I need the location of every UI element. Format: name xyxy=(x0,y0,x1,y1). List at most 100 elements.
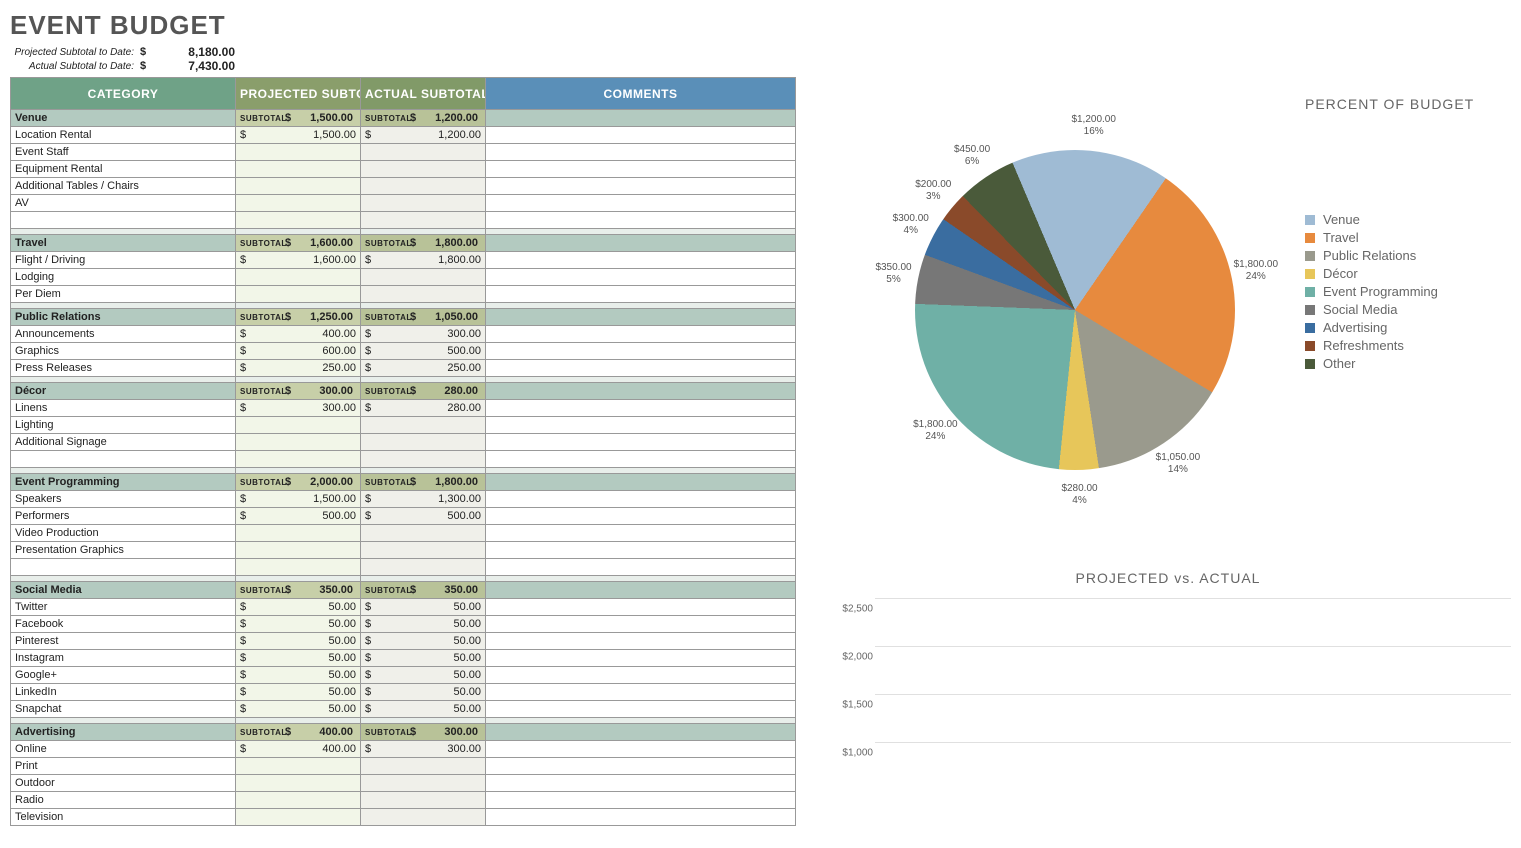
item-projected[interactable] xyxy=(236,559,361,576)
item-projected[interactable]: $600.00 xyxy=(236,343,361,360)
item-comment[interactable] xyxy=(486,127,796,144)
item-projected[interactable]: $50.00 xyxy=(236,616,361,633)
item-name[interactable]: LinkedIn xyxy=(11,684,236,701)
item-projected[interactable] xyxy=(236,451,361,468)
item-name[interactable]: Flight / Driving xyxy=(11,252,236,269)
item-projected[interactable]: $400.00 xyxy=(236,741,361,758)
item-name[interactable]: Graphics xyxy=(11,343,236,360)
item-row[interactable]: Flight / Driving$1,600.00$1,800.00 xyxy=(11,252,796,269)
item-comment[interactable] xyxy=(486,161,796,178)
item-comment[interactable] xyxy=(486,195,796,212)
item-name[interactable]: Event Staff xyxy=(11,144,236,161)
item-name[interactable]: Performers xyxy=(11,508,236,525)
item-row[interactable]: Additional Signage xyxy=(11,434,796,451)
item-projected[interactable]: $400.00 xyxy=(236,326,361,343)
item-actual[interactable]: $50.00 xyxy=(361,701,486,718)
item-row[interactable]: Linens$300.00$280.00 xyxy=(11,400,796,417)
item-projected[interactable]: $300.00 xyxy=(236,400,361,417)
item-row[interactable]: Radio xyxy=(11,792,796,809)
item-comment[interactable] xyxy=(486,252,796,269)
item-actual[interactable] xyxy=(361,434,486,451)
item-name[interactable]: Instagram xyxy=(11,650,236,667)
section-row[interactable]: Public RelationsSUBTOTAL$1,250.00SUBTOTA… xyxy=(11,309,796,326)
item-row[interactable]: Twitter$50.00$50.00 xyxy=(11,599,796,616)
item-name[interactable]: Snapchat xyxy=(11,701,236,718)
item-actual[interactable] xyxy=(361,286,486,303)
item-projected[interactable]: $500.00 xyxy=(236,508,361,525)
section-row[interactable]: Event ProgrammingSUBTOTAL$2,000.00SUBTOT… xyxy=(11,474,796,491)
item-row[interactable]: Online$400.00$300.00 xyxy=(11,741,796,758)
item-projected[interactable]: $50.00 xyxy=(236,684,361,701)
item-projected[interactable]: $1,500.00 xyxy=(236,491,361,508)
item-projected[interactable]: $1,500.00 xyxy=(236,127,361,144)
item-name[interactable] xyxy=(11,451,236,468)
item-name[interactable]: Per Diem xyxy=(11,286,236,303)
item-comment[interactable] xyxy=(486,775,796,792)
item-actual[interactable]: $300.00 xyxy=(361,741,486,758)
item-comment[interactable] xyxy=(486,633,796,650)
item-row[interactable]: Equipment Rental xyxy=(11,161,796,178)
item-comment[interactable] xyxy=(486,599,796,616)
item-name[interactable]: Additional Tables / Chairs xyxy=(11,178,236,195)
item-comment[interactable] xyxy=(486,667,796,684)
item-name[interactable]: Twitter xyxy=(11,599,236,616)
item-row[interactable]: Outdoor xyxy=(11,775,796,792)
item-actual[interactable]: $1,200.00 xyxy=(361,127,486,144)
item-name[interactable]: Location Rental xyxy=(11,127,236,144)
item-comment[interactable] xyxy=(486,758,796,775)
item-actual[interactable]: $1,800.00 xyxy=(361,252,486,269)
item-comment[interactable] xyxy=(486,360,796,377)
item-actual[interactable] xyxy=(361,212,486,229)
item-actual[interactable]: $50.00 xyxy=(361,616,486,633)
item-name[interactable]: Print xyxy=(11,758,236,775)
item-name[interactable]: Google+ xyxy=(11,667,236,684)
item-projected[interactable] xyxy=(236,417,361,434)
item-comment[interactable] xyxy=(486,559,796,576)
item-name[interactable]: Presentation Graphics xyxy=(11,542,236,559)
item-row[interactable]: Announcements$400.00$300.00 xyxy=(11,326,796,343)
item-projected[interactable] xyxy=(236,286,361,303)
item-row[interactable] xyxy=(11,559,796,576)
item-projected[interactable] xyxy=(236,144,361,161)
item-projected[interactable]: $50.00 xyxy=(236,599,361,616)
item-actual[interactable]: $50.00 xyxy=(361,684,486,701)
item-actual[interactable]: $500.00 xyxy=(361,343,486,360)
item-actual[interactable]: $250.00 xyxy=(361,360,486,377)
item-actual[interactable] xyxy=(361,758,486,775)
item-name[interactable]: Television xyxy=(11,809,236,826)
item-actual[interactable]: $280.00 xyxy=(361,400,486,417)
item-projected[interactable] xyxy=(236,195,361,212)
item-projected[interactable]: $1,600.00 xyxy=(236,252,361,269)
item-comment[interactable] xyxy=(486,701,796,718)
item-projected[interactable] xyxy=(236,542,361,559)
item-row[interactable]: Print xyxy=(11,758,796,775)
item-name[interactable]: Announcements xyxy=(11,326,236,343)
item-row[interactable]: Performers$500.00$500.00 xyxy=(11,508,796,525)
item-row[interactable]: Lodging xyxy=(11,269,796,286)
item-name[interactable]: Pinterest xyxy=(11,633,236,650)
item-projected[interactable]: $50.00 xyxy=(236,701,361,718)
item-row[interactable]: Location Rental$1,500.00$1,200.00 xyxy=(11,127,796,144)
item-comment[interactable] xyxy=(486,269,796,286)
item-projected[interactable] xyxy=(236,525,361,542)
item-comment[interactable] xyxy=(486,650,796,667)
item-comment[interactable] xyxy=(486,400,796,417)
section-row[interactable]: AdvertisingSUBTOTAL$400.00SUBTOTAL$300.0… xyxy=(11,724,796,741)
item-projected[interactable] xyxy=(236,178,361,195)
item-row[interactable]: Graphics$600.00$500.00 xyxy=(11,343,796,360)
item-row[interactable]: Additional Tables / Chairs xyxy=(11,178,796,195)
item-row[interactable]: AV xyxy=(11,195,796,212)
item-row[interactable]: LinkedIn$50.00$50.00 xyxy=(11,684,796,701)
item-actual[interactable] xyxy=(361,161,486,178)
item-name[interactable]: Additional Signage xyxy=(11,434,236,451)
item-comment[interactable] xyxy=(486,286,796,303)
item-comment[interactable] xyxy=(486,508,796,525)
item-comment[interactable] xyxy=(486,212,796,229)
item-comment[interactable] xyxy=(486,343,796,360)
item-name[interactable]: Video Production xyxy=(11,525,236,542)
item-projected[interactable] xyxy=(236,434,361,451)
item-comment[interactable] xyxy=(486,542,796,559)
item-name[interactable]: Outdoor xyxy=(11,775,236,792)
item-name[interactable]: Online xyxy=(11,741,236,758)
item-actual[interactable] xyxy=(361,451,486,468)
